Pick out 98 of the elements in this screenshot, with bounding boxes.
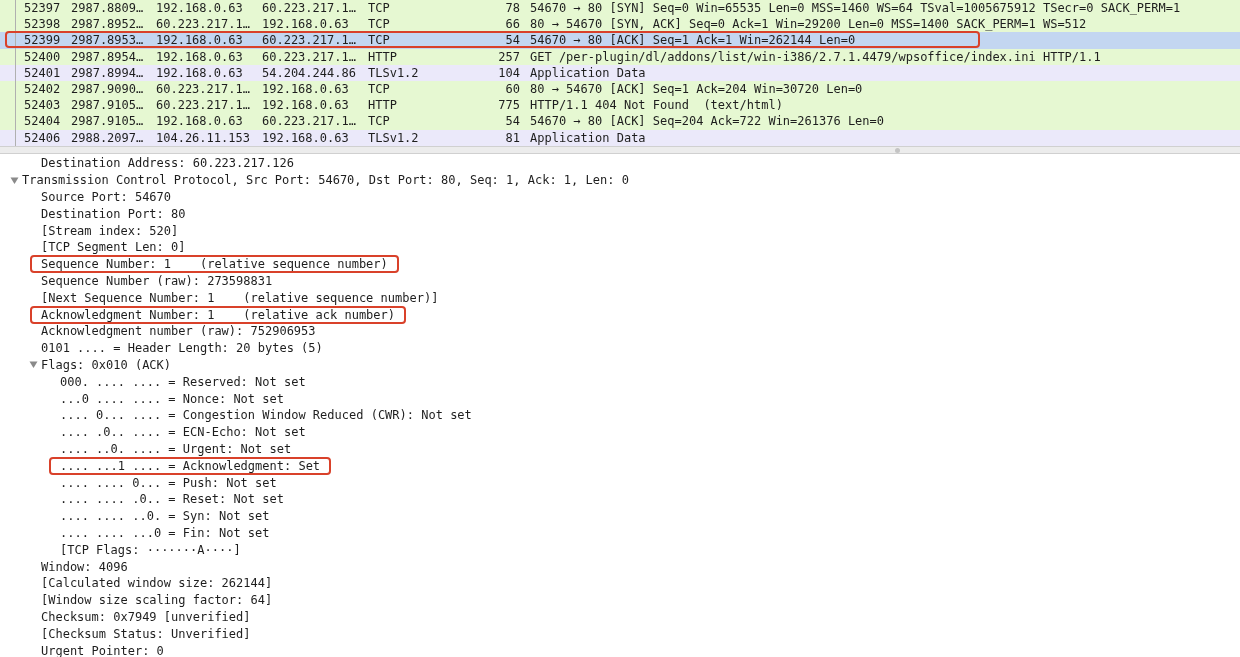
packet-length: 78 bbox=[504, 0, 520, 17]
packet-protocol: TLSv1.2 bbox=[368, 129, 420, 146]
packet-info: 54670 → 80 [ACK] Seq=204 Ack=722 Win=261376 Len=0 bbox=[530, 113, 884, 130]
packet-row[interactable]: 52403 2987.9105… 60.223.217.1… 192.168.0.63 HTTP 775 HTTP/1.1 404 Not Found (text/html) bbox=[0, 97, 1240, 114]
packet-number: 52402 bbox=[24, 80, 62, 98]
packet-number: 52404 bbox=[24, 113, 62, 130]
detail-line[interactable]: [Next Sequence Number: 1 (relative sequence number)] bbox=[30, 288, 450, 307]
packet-row[interactable]: 52397 2987.8809… 192.168.0.63 60.223.217.1… TCP 78 54670 → 80 [SYN] Seq=0 Win=65535 Len=0 MSS=1460 WS=64 TSval=1005675912 TSecr=0 SACK_PERM=1 bbox=[0, 0, 1240, 17]
packet-time: 2987.9090… bbox=[71, 80, 145, 98]
packet-protocol: HTTP bbox=[368, 48, 398, 65]
packet-info: Application Data bbox=[530, 129, 646, 146]
packet-protocol: TCP bbox=[368, 0, 391, 17]
packet-info: 80 → 54670 [SYN, ACK] Seq=0 Ack=1 Win=29200 Len=0 MSS=1400 SACK_PERM=1 WS=512 bbox=[530, 16, 1087, 33]
packet-source: 192.168.0.63 bbox=[156, 0, 244, 17]
detail-line[interactable]: .... .... .0.. = Reset: Not set bbox=[49, 490, 295, 509]
detail-line[interactable]: .... .0.. .... = ECN-Echo: Not set bbox=[49, 423, 317, 442]
packet-number: 52401 bbox=[24, 64, 62, 81]
packet-protocol: HTTP bbox=[368, 97, 398, 114]
packet-time: 2987.8954… bbox=[71, 48, 145, 65]
packet-info: 80 → 54670 [ACK] Seq=1 Ack=204 Win=30720 Len=0 bbox=[530, 80, 863, 98]
packet-time: 2987.8953… bbox=[71, 32, 145, 49]
packet-number: 52399 bbox=[24, 32, 62, 49]
packet-number: 52397 bbox=[24, 0, 62, 17]
packet-row[interactable]: 52399 2987.8953… 192.168.0.63 60.223.217.1… TCP 54 54670 → 80 [ACK] Seq=1 Ack=1 Win=262144 Len=0 bbox=[0, 32, 1240, 49]
packet-length: 257 bbox=[497, 48, 520, 65]
packet-info: HTTP/1.1 404 Not Found (text/html) bbox=[530, 97, 783, 114]
detail-line[interactable]: Sequence Number (raw): 273598831 bbox=[30, 272, 284, 290]
packet-length: 81 bbox=[504, 129, 520, 146]
detail-line[interactable]: .... ..0. .... = Urgent: Not set bbox=[49, 439, 303, 458]
detail-line[interactable]: ...0 .... .... = Nonce: Not set bbox=[49, 389, 295, 408]
packet-destination: 60.223.217.1… bbox=[262, 113, 357, 130]
packet-source: 192.168.0.63 bbox=[156, 32, 244, 49]
packet-protocol: TCP bbox=[368, 113, 391, 130]
packet-number: 52400 bbox=[24, 48, 62, 65]
detail-line[interactable]: [TCP Segment Len: 0] bbox=[30, 238, 197, 257]
detail-line[interactable]: 000. .... .... = Reserved: Not set bbox=[49, 372, 317, 391]
packet-info: 54670 → 80 [ACK] Seq=1 Ack=1 Win=262144 Len=0 bbox=[530, 32, 856, 49]
detail-line[interactable]: .... .... ...0 = Fin: Not set bbox=[49, 523, 281, 542]
packet-time: 2987.8994… bbox=[71, 64, 145, 81]
packet-time: 2987.8952… bbox=[71, 16, 145, 33]
packet-time: 2987.8809… bbox=[71, 0, 145, 17]
packet-source: 192.168.0.63 bbox=[156, 48, 244, 65]
detail-line[interactable]: [TCP Flags: ·······A····] bbox=[49, 540, 252, 559]
packet-destination: 60.223.217.1… bbox=[262, 32, 357, 49]
detail-line[interactable]: [Stream index: 520] bbox=[30, 221, 190, 240]
packet-info: 54670 → 80 [SYN] Seq=0 Win=65535 Len=0 MSS=1460 WS=64 TSval=1005675912 TSecr=0 SACK_PERM=1 bbox=[530, 0, 1181, 17]
detail-line[interactable]: Destination Address: 60.223.217.126 bbox=[30, 154, 305, 173]
packet-source: 104.26.11.153 bbox=[156, 129, 251, 146]
packet-info: GET /per-plugin/dl/addons/list/win-i386/2.7.1.4479/wpsoffice/index.ini HTTP/1.1 bbox=[530, 48, 1101, 65]
detail-line[interactable]: Flags: 0x010 (ACK) bbox=[30, 355, 183, 374]
packet-length: 66 bbox=[504, 16, 520, 33]
packet-length: 104 bbox=[497, 64, 520, 81]
detail-line[interactable]: .... .... 0... = Push: Not set bbox=[49, 473, 288, 492]
packet-source: 192.168.0.63 bbox=[156, 113, 244, 130]
packet-source: 60.223.217.1… bbox=[156, 16, 251, 33]
detail-line[interactable]: Transmission Control Protocol, Src Port: 54670, Dst Port: 80, Seq: 1, Ack: 1, Len: 0 bbox=[11, 171, 640, 190]
packet-time: 2988.2097… bbox=[71, 129, 145, 146]
detail-line[interactable]: .... 0... .... = Congestion Window Reduced (CWR): Not set bbox=[49, 406, 483, 425]
packet-source: 192.168.0.63 bbox=[156, 64, 244, 81]
detail-line[interactable]: [Checksum Status: Unverified] bbox=[30, 624, 262, 643]
detail-line[interactable]: Urgent Pointer: 0 bbox=[30, 641, 175, 657]
packet-source: 60.223.217.1… bbox=[156, 80, 251, 98]
packet-destination: 60.223.217.1… bbox=[262, 48, 357, 65]
packet-length: 60 bbox=[504, 80, 520, 98]
packet-protocol: TCP bbox=[368, 80, 391, 98]
packet-protocol: TCP bbox=[368, 32, 391, 49]
packet-destination: 60.223.217.1… bbox=[262, 0, 357, 17]
detail-line[interactable]: Window: 4096 bbox=[30, 557, 139, 576]
packet-number: 52403 bbox=[24, 97, 62, 114]
packet-info: Application Data bbox=[530, 64, 646, 81]
packet-protocol: TCP bbox=[368, 16, 391, 33]
detail-line[interactable]: [Window size scaling factor: 64] bbox=[30, 591, 284, 610]
packet-source: 60.223.217.1… bbox=[156, 97, 251, 114]
detail-line[interactable]: 0101 .... = Header Length: 20 bytes (5) bbox=[30, 339, 334, 358]
expander-icon[interactable] bbox=[10, 175, 19, 185]
detail-line[interactable]: Source Port: 54670 bbox=[30, 188, 183, 206]
splitter-handle[interactable] bbox=[895, 147, 900, 153]
packet-destination: 192.168.0.63 bbox=[262, 97, 350, 114]
packet-time: 2987.9105… bbox=[71, 113, 145, 130]
detail-line[interactable]: Acknowledgment number (raw): 752906953 bbox=[30, 322, 327, 341]
packet-destination: 192.168.0.63 bbox=[262, 129, 350, 146]
packet-row[interactable]: 52398 2987.8952… 60.223.217.1… 192.168.0.63 TCP 66 80 → 54670 [SYN, ACK] Seq=0 Ack=1 Win=29200 Len=0 MSS=1400 SACK_PERM=1 WS=512 bbox=[0, 16, 1240, 33]
packet-destination: 192.168.0.63 bbox=[262, 80, 350, 98]
packet-destination: 192.168.0.63 bbox=[262, 16, 350, 33]
packet-time: 2987.9105… bbox=[71, 97, 145, 114]
packet-length: 54 bbox=[504, 113, 520, 130]
packet-protocol: TLSv1.2 bbox=[368, 64, 420, 81]
packet-number: 52406 bbox=[24, 129, 62, 146]
packet-length: 775 bbox=[497, 97, 520, 114]
detail-line[interactable]: Destination Port: 80 bbox=[30, 204, 197, 223]
packet-length: 54 bbox=[504, 32, 520, 49]
detail-line[interactable]: [Calculated window size: 262144] bbox=[30, 574, 284, 593]
detail-line[interactable]: .... .... ..0. = Syn: Not set bbox=[49, 507, 281, 526]
expander-icon[interactable] bbox=[29, 360, 38, 370]
detail-line[interactable]: Checksum: 0x7949 [unverified] bbox=[30, 607, 262, 626]
packet-number: 52398 bbox=[24, 16, 62, 33]
packet-row[interactable]: 52404 2987.9105… 192.168.0.63 60.223.217.1… TCP 54 54670 → 80 [ACK] Seq=204 Ack=722 Win=261376 Len=0 bbox=[0, 113, 1240, 130]
packet-destination: 54.204.244.86 bbox=[262, 64, 357, 81]
